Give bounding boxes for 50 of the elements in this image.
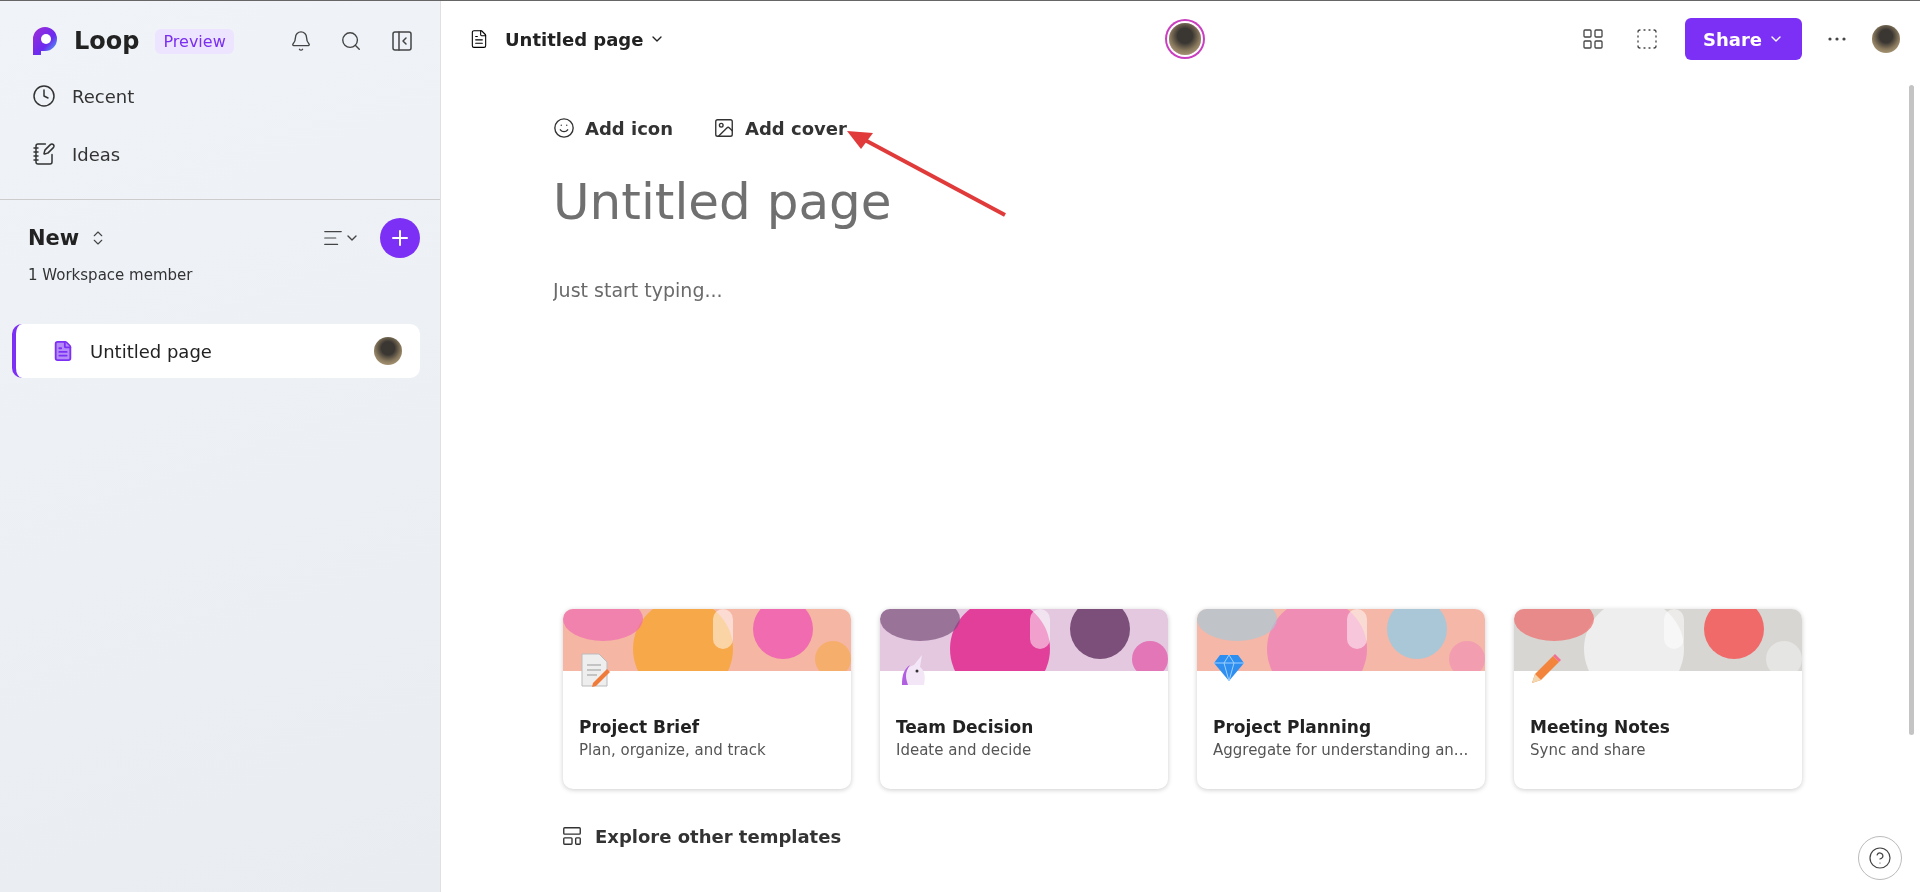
preview-badge: Preview bbox=[155, 28, 234, 54]
nav-label: Ideas bbox=[72, 143, 121, 165]
template-description: Aggregate for understanding an... bbox=[1212, 741, 1470, 759]
template-description: Sync and share bbox=[1529, 741, 1647, 759]
workspace-members: 1 Workspace member bbox=[27, 265, 194, 284]
collapse-panel-icon bbox=[390, 29, 414, 53]
template-card[interactable]: Project Brief Plan, organize, and track bbox=[563, 609, 851, 789]
page-action[interactable]: Add cover bbox=[713, 117, 847, 139]
template-card[interactable]: Meeting Notes Sync and share bbox=[1514, 609, 1802, 789]
add-page-button[interactable] bbox=[380, 218, 420, 258]
collaborator-avatar bbox=[1168, 23, 1201, 55]
image-icon bbox=[713, 117, 735, 139]
template-card[interactable]: Team Decision Ideate and decide bbox=[880, 609, 1168, 789]
smiley-icon bbox=[553, 117, 575, 139]
pencil-icon bbox=[1530, 653, 1562, 685]
avatar bbox=[374, 337, 402, 365]
page-icon bbox=[469, 29, 489, 49]
template-title: Project Brief bbox=[578, 716, 701, 739]
search-icon bbox=[340, 30, 362, 52]
clock-icon bbox=[32, 84, 56, 108]
help-icon bbox=[1868, 846, 1892, 870]
notepad-pencil-icon bbox=[32, 142, 56, 166]
diamond-icon bbox=[1213, 653, 1245, 683]
page-label: Untitled page bbox=[90, 340, 213, 362]
title-field[interactable]: Untitled page bbox=[553, 173, 1253, 231]
workspace-name: New bbox=[28, 226, 80, 250]
template-title: Meeting Notes bbox=[1529, 716, 1671, 739]
grid-icon bbox=[1581, 27, 1605, 51]
nav-label: Recent bbox=[72, 85, 135, 107]
nav-item[interactable]: Ideas bbox=[0, 125, 440, 183]
template-description: Plan, organize, and track bbox=[578, 741, 767, 759]
user-avatar bbox=[1872, 25, 1900, 53]
nav-item[interactable]: Recent bbox=[0, 67, 440, 125]
page-item[interactable]: Untitled page bbox=[12, 324, 420, 378]
page-action[interactable]: Add icon bbox=[553, 117, 673, 139]
page-icon bbox=[52, 340, 74, 362]
template-title: Project Planning bbox=[1212, 716, 1373, 739]
share-button[interactable]: Share bbox=[1685, 18, 1802, 60]
template-title: Team Decision bbox=[895, 716, 1035, 739]
bell-icon bbox=[290, 30, 312, 52]
template-icon bbox=[561, 825, 583, 847]
help-button[interactable] bbox=[1858, 836, 1902, 880]
dashed-square-icon bbox=[1635, 27, 1659, 51]
explore-templates-link[interactable]: Explore other templates bbox=[553, 825, 1920, 847]
template-description: Ideate and decide bbox=[895, 741, 1033, 759]
document-pencil-icon bbox=[579, 653, 611, 687]
app-name: Loop bbox=[74, 27, 140, 55]
template-card[interactable]: Project Planning Aggregate for understanding an... bbox=[1197, 609, 1485, 789]
page-title-menu[interactable]: Untitled page bbox=[499, 27, 672, 51]
more-icon bbox=[1828, 37, 1846, 41]
